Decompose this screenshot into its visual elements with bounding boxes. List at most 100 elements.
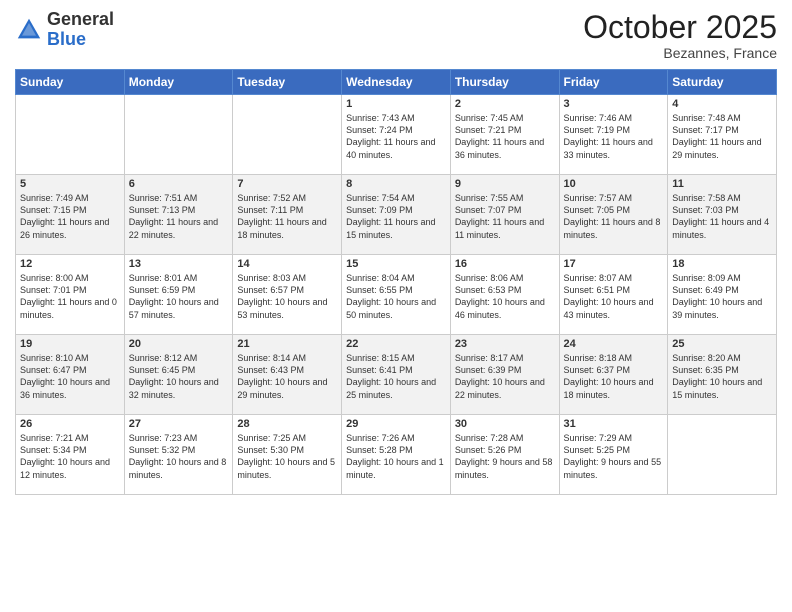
day-info: Sunrise: 8:07 AM Sunset: 6:51 PM Dayligh… [564, 272, 664, 321]
col-monday: Monday [124, 70, 233, 95]
day-info: Sunrise: 8:10 AM Sunset: 6:47 PM Dayligh… [20, 352, 120, 401]
day-number: 15 [346, 258, 446, 270]
table-row: 14Sunrise: 8:03 AM Sunset: 6:57 PM Dayli… [233, 255, 342, 335]
calendar-week-row: 12 Sunrise: 8:00 AM Sunset: 7:01 PM Dayli… [16, 255, 777, 335]
day-info: Sunrise: 7:28 AM Sunset: 5:26 PM Dayligh… [455, 432, 555, 481]
table-row: 28 Sunrise: 7:25 AM Sunset: 5:30 PM Dayli… [233, 415, 342, 495]
table-row: 25Sunrise: 8:20 AM Sunset: 6:35 PM Dayli… [668, 335, 777, 415]
calendar-header-row: Sunday Monday Tuesday Wednesday Thursday… [16, 70, 777, 95]
logo-general: General [47, 9, 114, 29]
table-row: 7 Sunrise: 7:52 AM Sunset: 7:11 PM Daylig… [233, 175, 342, 255]
day-number: 18 [672, 258, 772, 270]
table-row: 20Sunrise: 8:12 AM Sunset: 6:45 PM Dayli… [124, 335, 233, 415]
day-number: 10 [564, 178, 664, 190]
table-row [124, 95, 233, 175]
table-row: 5 Sunrise: 7:49 AM Sunset: 7:15 PM Daylig… [16, 175, 125, 255]
calendar: Sunday Monday Tuesday Wednesday Thursday… [15, 69, 777, 495]
day-number: 5 [20, 178, 120, 190]
day-info: Sunrise: 8:12 AM Sunset: 6:45 PM Dayligh… [129, 352, 229, 401]
day-info: Sunrise: 7:48 AM Sunset: 7:17 PM Dayligh… [672, 112, 772, 161]
logo-text: General Blue [47, 10, 114, 50]
day-number: 22 [346, 338, 446, 350]
table-row: 27 Sunrise: 7:23 AM Sunset: 5:32 PM Dayli… [124, 415, 233, 495]
day-info: Sunrise: 8:06 AM Sunset: 6:53 PM Dayligh… [455, 272, 555, 321]
day-number: 30 [455, 418, 555, 430]
day-info: Sunrise: 8:14 AM Sunset: 6:43 PM Dayligh… [237, 352, 337, 401]
day-info: Sunrise: 7:25 AM Sunset: 5:30 PM Dayligh… [237, 432, 337, 481]
day-number: 11 [672, 178, 772, 190]
col-saturday: Saturday [668, 70, 777, 95]
day-number: 28 [237, 418, 337, 430]
table-row: 10 Sunrise: 7:57 AM Sunset: 7:05 PM Dayli… [559, 175, 668, 255]
day-number: 21 [237, 338, 337, 350]
table-row: 2 Sunrise: 7:45 AM Sunset: 7:21 PM Daylig… [450, 95, 559, 175]
header: General Blue October 2025 Bezannes, Fran… [15, 10, 777, 61]
location: Bezannes, France [583, 45, 777, 61]
calendar-week-row: 26Sunrise: 7:21 AM Sunset: 5:34 PM Dayli… [16, 415, 777, 495]
day-info: Sunrise: 7:46 AM Sunset: 7:19 PM Dayligh… [564, 112, 664, 161]
table-row: 18 Sunrise: 8:09 AM Sunset: 6:49 PM Dayli… [668, 255, 777, 335]
day-info: Sunrise: 7:51 AM Sunset: 7:13 PM Dayligh… [129, 192, 229, 241]
col-wednesday: Wednesday [342, 70, 451, 95]
day-number: 12 [20, 258, 120, 270]
logo-blue: Blue [47, 29, 86, 49]
col-sunday: Sunday [16, 70, 125, 95]
table-row [668, 415, 777, 495]
day-number: 16 [455, 258, 555, 270]
table-row: 22 Sunrise: 8:15 AM Sunset: 6:41 PM Dayli… [342, 335, 451, 415]
table-row: 4Sunrise: 7:48 AM Sunset: 7:17 PM Daylig… [668, 95, 777, 175]
day-info: Sunrise: 8:01 AM Sunset: 6:59 PM Dayligh… [129, 272, 229, 321]
col-tuesday: Tuesday [233, 70, 342, 95]
day-number: 7 [237, 178, 337, 190]
table-row: 11 Sunrise: 7:58 AM Sunset: 7:03 PM Dayli… [668, 175, 777, 255]
logo: General Blue [15, 10, 114, 50]
day-info: Sunrise: 7:43 AM Sunset: 7:24 PM Dayligh… [346, 112, 446, 161]
day-info: Sunrise: 7:49 AM Sunset: 7:15 PM Dayligh… [20, 192, 120, 241]
table-row: 29 Sunrise: 7:26 AM Sunset: 5:28 PM Dayli… [342, 415, 451, 495]
day-number: 23 [455, 338, 555, 350]
table-row: 26Sunrise: 7:21 AM Sunset: 5:34 PM Dayli… [16, 415, 125, 495]
day-info: Sunrise: 7:45 AM Sunset: 7:21 PM Dayligh… [455, 112, 555, 161]
day-number: 2 [455, 98, 555, 110]
table-row: 3Sunrise: 7:46 AM Sunset: 7:19 PM Daylig… [559, 95, 668, 175]
table-row: 13 Sunrise: 8:01 AM Sunset: 6:59 PM Dayli… [124, 255, 233, 335]
calendar-week-row: 1 Sunrise: 7:43 AM Sunset: 7:24 PM Daylig… [16, 95, 777, 175]
day-info: Sunrise: 8:00 AM Sunset: 7:01 PM Dayligh… [20, 272, 120, 321]
table-row: 17 Sunrise: 8:07 AM Sunset: 6:51 PM Dayli… [559, 255, 668, 335]
table-row: 23 Sunrise: 8:17 AM Sunset: 6:39 PM Dayli… [450, 335, 559, 415]
day-number: 27 [129, 418, 229, 430]
day-info: Sunrise: 7:58 AM Sunset: 7:03 PM Dayligh… [672, 192, 772, 241]
day-info: Sunrise: 7:52 AM Sunset: 7:11 PM Dayligh… [237, 192, 337, 241]
day-info: Sunrise: 7:55 AM Sunset: 7:07 PM Dayligh… [455, 192, 555, 241]
day-number: 17 [564, 258, 664, 270]
table-row: 1 Sunrise: 7:43 AM Sunset: 7:24 PM Daylig… [342, 95, 451, 175]
day-info: Sunrise: 7:23 AM Sunset: 5:32 PM Dayligh… [129, 432, 229, 481]
col-friday: Friday [559, 70, 668, 95]
day-info: Sunrise: 7:54 AM Sunset: 7:09 PM Dayligh… [346, 192, 446, 241]
table-row: 12 Sunrise: 8:00 AM Sunset: 7:01 PM Dayli… [16, 255, 125, 335]
day-number: 29 [346, 418, 446, 430]
day-number: 19 [20, 338, 120, 350]
day-info: Sunrise: 8:20 AM Sunset: 6:35 PM Dayligh… [672, 352, 772, 401]
page: General Blue October 2025 Bezannes, Fran… [0, 0, 792, 612]
day-info: Sunrise: 8:03 AM Sunset: 6:57 PM Dayligh… [237, 272, 337, 321]
day-info: Sunrise: 7:21 AM Sunset: 5:34 PM Dayligh… [20, 432, 120, 481]
table-row: 31Sunrise: 7:29 AM Sunset: 5:25 PM Dayli… [559, 415, 668, 495]
table-row: 6 Sunrise: 7:51 AM Sunset: 7:13 PM Daylig… [124, 175, 233, 255]
col-thursday: Thursday [450, 70, 559, 95]
day-number: 13 [129, 258, 229, 270]
day-info: Sunrise: 8:15 AM Sunset: 6:41 PM Dayligh… [346, 352, 446, 401]
calendar-week-row: 5 Sunrise: 7:49 AM Sunset: 7:15 PM Daylig… [16, 175, 777, 255]
day-info: Sunrise: 7:57 AM Sunset: 7:05 PM Dayligh… [564, 192, 664, 241]
table-row: 8Sunrise: 7:54 AM Sunset: 7:09 PM Daylig… [342, 175, 451, 255]
day-info: Sunrise: 7:26 AM Sunset: 5:28 PM Dayligh… [346, 432, 446, 481]
table-row: 16 Sunrise: 8:06 AM Sunset: 6:53 PM Dayli… [450, 255, 559, 335]
day-info: Sunrise: 8:04 AM Sunset: 6:55 PM Dayligh… [346, 272, 446, 321]
day-number: 1 [346, 98, 446, 110]
table-row: 30 Sunrise: 7:28 AM Sunset: 5:26 PM Dayli… [450, 415, 559, 495]
calendar-week-row: 19 Sunrise: 8:10 AM Sunset: 6:47 PM Dayli… [16, 335, 777, 415]
day-number: 6 [129, 178, 229, 190]
day-number: 31 [564, 418, 664, 430]
day-info: Sunrise: 8:17 AM Sunset: 6:39 PM Dayligh… [455, 352, 555, 401]
day-info: Sunrise: 8:09 AM Sunset: 6:49 PM Dayligh… [672, 272, 772, 321]
